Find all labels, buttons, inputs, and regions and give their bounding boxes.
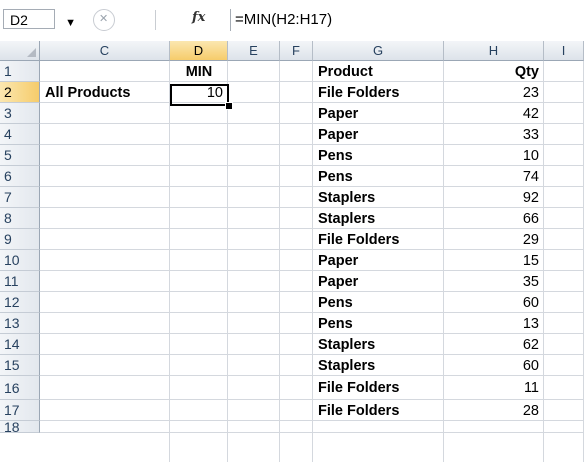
cell-g5[interactable]: Pens: [313, 145, 444, 166]
column-header-d[interactable]: D: [170, 41, 228, 61]
cell-h15[interactable]: 60: [444, 355, 544, 376]
row-header-16[interactable]: 16: [0, 376, 40, 400]
cell-h5[interactable]: 10: [444, 145, 544, 166]
cell-g7[interactable]: Staplers: [313, 187, 444, 208]
cell-g3[interactable]: Paper: [313, 103, 444, 124]
row-header-18[interactable]: 18: [0, 419, 40, 435]
cell-g15[interactable]: Staplers: [313, 355, 444, 376]
cell-h3[interactable]: 42: [444, 103, 544, 124]
cell-g2[interactable]: File Folders: [313, 82, 444, 103]
cell-h14[interactable]: 62: [444, 334, 544, 355]
formula-input[interactable]: =MIN(H2:H17): [230, 9, 584, 31]
row-header-3[interactable]: 3: [0, 103, 40, 124]
chevron-down-icon[interactable]: ▼: [65, 13, 76, 33]
row-header-1[interactable]: 1: [0, 61, 40, 82]
row-header-4[interactable]: 4: [0, 124, 40, 145]
cell-h6[interactable]: 74: [444, 166, 544, 187]
column-header-f[interactable]: F: [280, 41, 313, 61]
table-row: [40, 421, 584, 433]
cell-h17[interactable]: 28: [444, 400, 544, 421]
column-header-c[interactable]: C: [40, 41, 170, 61]
formula-bar: D2 ▼ ✕ fx =MIN(H2:H17): [0, 0, 584, 41]
row-header-13[interactable]: 13: [0, 313, 40, 334]
row-header-7[interactable]: 7: [0, 187, 40, 208]
row-header-9[interactable]: 9: [0, 229, 40, 250]
cell-g10[interactable]: Paper: [313, 250, 444, 271]
row-header-12[interactable]: 12: [0, 292, 40, 313]
column-header-e[interactable]: E: [228, 41, 280, 61]
name-box[interactable]: D2 ▼: [3, 9, 76, 29]
cell-g9[interactable]: File Folders: [313, 229, 444, 250]
cell-g6[interactable]: Pens: [313, 166, 444, 187]
cell-g8[interactable]: Staplers: [313, 208, 444, 229]
name-box-value: D2: [10, 12, 28, 28]
cell-h7[interactable]: 92: [444, 187, 544, 208]
row-header-10[interactable]: 10: [0, 250, 40, 271]
cell-c2[interactable]: All Products: [40, 82, 170, 103]
cell-h16[interactable]: 11: [444, 376, 544, 400]
divider: [155, 10, 156, 30]
cell-g12[interactable]: Pens: [313, 292, 444, 313]
cell-h11[interactable]: 35: [444, 271, 544, 292]
cell-h8[interactable]: 66: [444, 208, 544, 229]
row-header-5[interactable]: 5: [0, 145, 40, 166]
spreadsheet-grid: C D E F G H I 1 MIN Product Qty 2 All Products 10 File…: [0, 41, 584, 462]
cell-d1[interactable]: MIN: [170, 61, 228, 82]
cell-g17[interactable]: File Folders: [313, 400, 444, 421]
cell-g11[interactable]: Paper: [313, 271, 444, 292]
cell-g1[interactable]: Product: [313, 61, 444, 82]
cell-g13[interactable]: Pens: [313, 313, 444, 334]
cell-g16[interactable]: File Folders: [313, 376, 444, 400]
cell-g4[interactable]: Paper: [313, 124, 444, 145]
cell-h2[interactable]: 23: [444, 82, 544, 103]
row-header-8[interactable]: 8: [0, 208, 40, 229]
cancel-icon[interactable]: ✕: [93, 9, 115, 31]
select-all-corner[interactable]: [0, 41, 40, 61]
fill-handle[interactable]: [225, 102, 233, 110]
row-header-11[interactable]: 11: [0, 271, 40, 292]
column-header-g[interactable]: G: [313, 41, 444, 61]
row-header-6[interactable]: 6: [0, 166, 40, 187]
row-header-14[interactable]: 14: [0, 334, 40, 355]
cell-g14[interactable]: Staplers: [313, 334, 444, 355]
cell-h12[interactable]: 60: [444, 292, 544, 313]
insert-function-icon[interactable]: fx: [192, 10, 205, 25]
column-header-h[interactable]: H: [444, 41, 544, 61]
cell-h1[interactable]: Qty: [444, 61, 544, 82]
cell-h10[interactable]: 15: [444, 250, 544, 271]
cell-h9[interactable]: 29: [444, 229, 544, 250]
column-header-i[interactable]: I: [544, 41, 584, 61]
cell-h4[interactable]: 33: [444, 124, 544, 145]
row-header-2[interactable]: 2: [0, 82, 40, 103]
row-header-15[interactable]: 15: [0, 355, 40, 376]
active-cell-border: [170, 84, 229, 106]
cell-h13[interactable]: 13: [444, 313, 544, 334]
